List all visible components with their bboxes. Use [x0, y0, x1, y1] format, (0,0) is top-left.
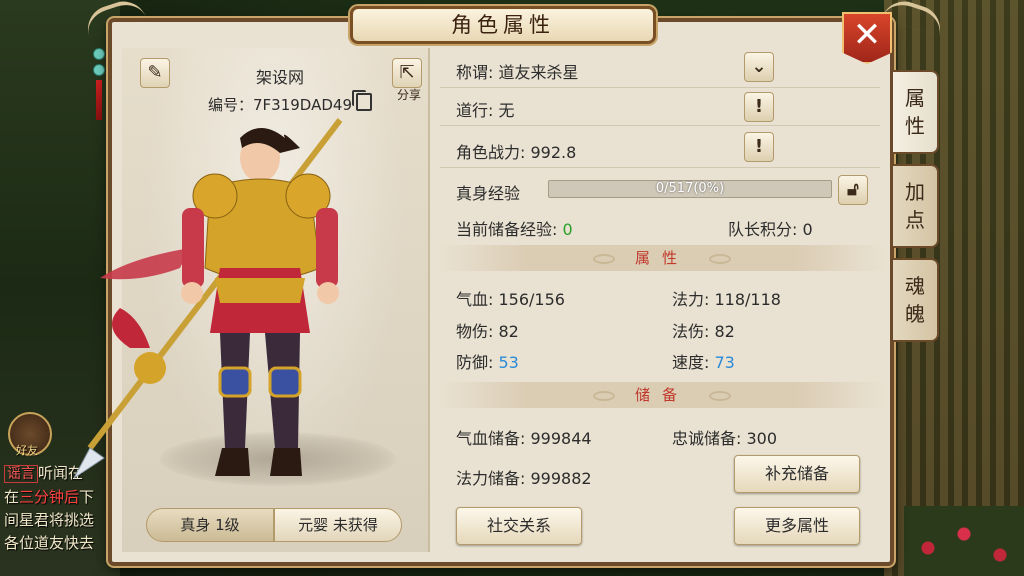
chat-line-4: 各位道友快去 — [4, 534, 95, 552]
social-relations-button[interactable]: 社交关系 — [456, 507, 582, 545]
chat-line-2-suffix: 下 — [79, 488, 95, 506]
power-info-button[interactable]: ! — [744, 132, 774, 162]
captain-points-value: 0 — [802, 220, 813, 239]
daoxing-text: 道行: 无 — [456, 97, 515, 121]
mp-stat: 法力: 118/118 — [672, 286, 781, 310]
mp-label: 法力: — [672, 290, 710, 309]
chat-rumor-tag: 谣言 — [4, 465, 38, 483]
chat-line-3: 间星君将挑选 — [4, 511, 95, 529]
mp-reserve-label: 法力储备: — [456, 469, 526, 488]
form-tabs: 真身 1级 元婴 未获得 — [146, 508, 402, 542]
hp-reserve-label: 气血储备: — [456, 429, 526, 448]
side-tab-add-points[interactable]: 加 点 — [893, 164, 939, 248]
mp-reserve-stat: 法力储备: 999882 — [456, 465, 592, 489]
daoxing-label: 道行: — [456, 101, 494, 120]
share-button[interactable]: ⇱ 分享 — [392, 58, 422, 102]
hp-reserve-value: 999844 — [530, 429, 592, 448]
defense-label: 防御: — [456, 353, 494, 372]
replenish-reserve-button[interactable]: 补充储备 — [734, 455, 860, 493]
character-name: 架设网 — [255, 68, 304, 87]
friend-button[interactable]: 好友 — [8, 412, 52, 457]
mp-reserve-value: 999882 — [530, 469, 592, 488]
mag-dmg-label: 法伤: — [672, 322, 710, 341]
daoxing-value: 无 — [498, 101, 515, 120]
cloud-ornament-icon — [709, 390, 731, 401]
stored-exp-value: 0 — [562, 220, 573, 239]
title-dropdown-button[interactable]: ⌄ — [744, 52, 774, 82]
mp-value: 118/118 — [714, 290, 781, 309]
title-text: 称谓: 道友来杀星 — [456, 59, 579, 83]
hp-label: 气血: — [456, 290, 494, 309]
cloud-ornament-icon — [592, 253, 615, 264]
phys-dmg-stat: 物伤: 82 — [456, 318, 519, 342]
row-title: 称谓: 道友来杀星 — [440, 50, 880, 88]
hp-stat: 气血: 156/156 — [456, 286, 565, 310]
captain-points-label: 队长积分: — [728, 220, 798, 239]
stored-exp-label: 当前储备经验: — [456, 220, 558, 239]
more-attributes-button[interactable]: 更多属性 — [734, 507, 860, 545]
pencil-icon: ✎ — [147, 62, 163, 83]
tab-true-body[interactable]: 真身 1级 — [146, 508, 274, 542]
exp-lock-button[interactable]: 🔓︎ — [838, 175, 868, 205]
share-icon: ⇱ — [399, 62, 415, 83]
attributes-section-header: 属性 — [438, 245, 886, 271]
row-daoxing: 道行: 无 — [440, 88, 880, 126]
stored-exp: 当前储备经验: 0 — [456, 216, 573, 240]
exp-progress-text: 0/517(0%) — [655, 181, 725, 196]
title-value: 道友来杀星 — [498, 63, 579, 82]
daoxing-info-button[interactable]: ! — [744, 92, 774, 122]
character-id-value: 7F319DAD49 — [253, 96, 352, 114]
chevron-down-icon: ⌄ — [751, 56, 767, 77]
defense-value: 53 — [498, 353, 519, 372]
mag-dmg-value: 82 — [714, 322, 735, 341]
warrior-character-portrait — [73, 118, 343, 479]
mag-dmg-stat: 法伤: 82 — [672, 318, 735, 342]
exp-label: 真身经验 — [456, 184, 521, 203]
cloud-ornament-icon — [592, 390, 615, 401]
speed-stat: 速度: 73 — [672, 349, 735, 373]
reserves-section-header: 储备 — [438, 382, 886, 408]
unlock-icon: 🔓︎ — [847, 179, 859, 200]
exp-progress-bar: 0/517(0%) — [548, 180, 832, 198]
panel-title: 角色属性 — [350, 6, 656, 44]
title-label: 称谓: — [456, 63, 494, 82]
hp-value: 156/156 — [498, 290, 565, 309]
power-value: 992.8 — [530, 143, 577, 162]
close-icon: ✕ — [852, 15, 882, 55]
attributes-header-text: 属性 — [634, 249, 689, 267]
chat-line-2-highlight: 三分钟后 — [19, 488, 80, 506]
captain-points: 队长积分: 0 — [728, 216, 813, 240]
share-label: 分享 — [396, 88, 421, 102]
power-text: 角色战力: 992.8 — [456, 139, 576, 163]
phys-dmg-label: 物伤: — [456, 322, 494, 341]
friend-label: 好友 — [16, 444, 38, 457]
loyalty-reserve-stat: 忠诚储备: 300 — [672, 425, 777, 449]
side-tab-attributes[interactable]: 属 性 — [893, 70, 939, 154]
exclamation-icon: ! — [754, 136, 764, 157]
loyalty-reserve-label: 忠诚储备: — [672, 429, 742, 448]
power-label: 角色战力: — [456, 143, 526, 162]
edit-name-button[interactable]: ✎ — [140, 58, 170, 88]
chat-line-2-prefix: 在 — [4, 488, 20, 506]
speed-label: 速度: — [672, 353, 710, 372]
hp-reserve-stat: 气血储备: 999844 — [456, 425, 592, 449]
row-power: 角色战力: 992.8 — [440, 130, 880, 168]
exclamation-icon: ! — [754, 96, 764, 117]
reserves-header-text: 储备 — [634, 386, 689, 404]
flower-bed — [904, 506, 1024, 576]
tab-nascent-soul[interactable]: 元婴 未获得 — [274, 508, 402, 542]
side-tab-soul[interactable]: 魂 魄 — [893, 258, 939, 342]
cloud-ornament-icon — [709, 253, 731, 264]
copy-icon[interactable] — [352, 90, 372, 111]
loyalty-reserve-value: 300 — [746, 429, 778, 448]
speed-value: 73 — [714, 353, 735, 372]
character-id-label: 编号： — [207, 96, 253, 114]
phys-dmg-value: 82 — [498, 322, 519, 341]
defense-stat: 防御: 53 — [456, 349, 519, 373]
character-id: 编号：7F319DAD49 — [190, 94, 370, 115]
